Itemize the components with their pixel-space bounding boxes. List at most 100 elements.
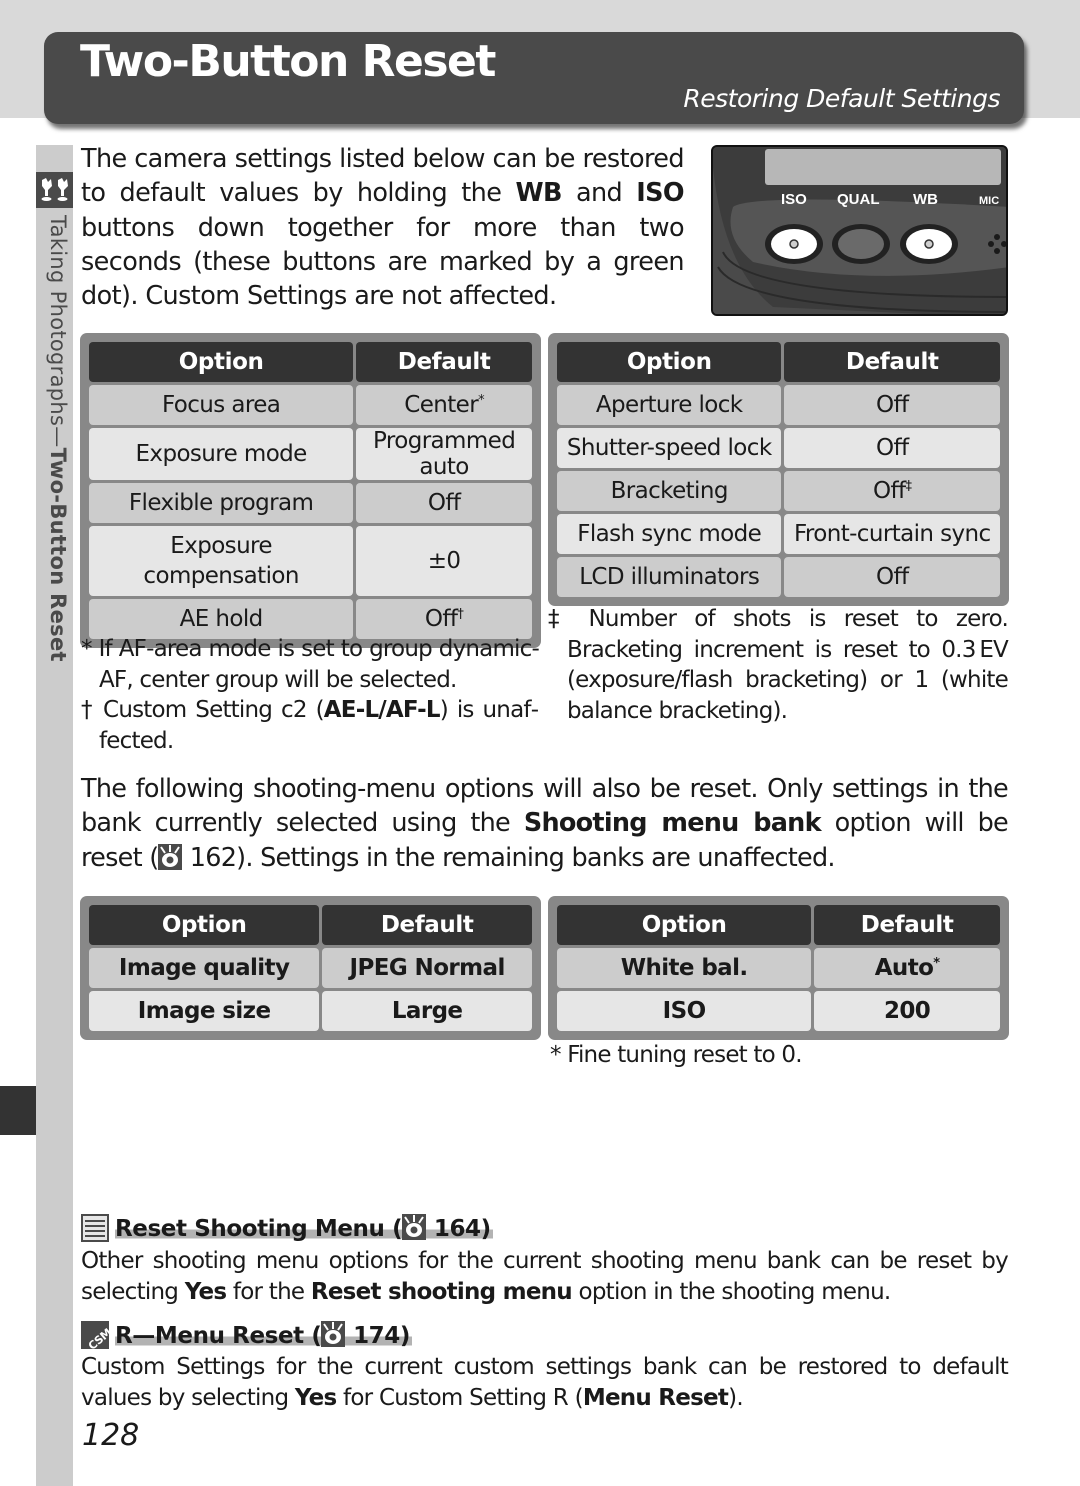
default-cell: Off — [784, 385, 1000, 425]
default-cell: Auto* — [814, 948, 1000, 988]
camera-buttons-illustration: ISO QUAL WB MIC — [711, 145, 1008, 316]
default-cell: Programmed auto — [356, 428, 532, 480]
menu-reset-heading: CSM R—Menu Reset ( 174) — [81, 1321, 413, 1353]
title-bar: Two-Button Reset Restoring Default Setti… — [44, 32, 1024, 124]
page-subtitle: Restoring Default Settings — [683, 84, 1000, 113]
page-thumb-marker — [0, 1086, 36, 1135]
option-cell: Aperture lock — [557, 385, 782, 425]
page-reference-link[interactable]: 174) — [353, 1323, 410, 1349]
page-reference-icon — [402, 1214, 427, 1240]
footnote-mark: † — [457, 607, 464, 622]
table-row: ISO 200 — [557, 991, 1000, 1031]
default-cell: Front-curtain sync — [784, 514, 1000, 554]
wb-button-ref: WB — [515, 178, 562, 209]
table-row: LCD illuminators Off — [557, 557, 1000, 597]
default-cell: Off — [356, 483, 532, 523]
default-cell: Off — [784, 557, 1000, 597]
default-cell: Off‡ — [784, 471, 1000, 511]
footnote-dagger: † Custom Setting c2 (AE-L/AF-L) is unaf­… — [81, 697, 540, 754]
column-header-default: Default — [814, 905, 1000, 945]
option-cell: Exposure compensation — [89, 526, 354, 596]
menu-defaults-table-right: Option Default White bal. Auto* ISO 200 — [548, 896, 1009, 1040]
page-reference-link[interactable]: 162 — [190, 843, 237, 873]
footnote-mark: * — [478, 393, 484, 408]
footnote-star: * If AF-area mode is set to group dynami… — [81, 636, 540, 693]
qual-label: QUAL — [837, 191, 880, 208]
footnote-mark: ‡ — [905, 479, 912, 494]
option-cell: White bal. — [557, 948, 812, 988]
option-cell: Image quality — [89, 948, 320, 988]
reset-shooting-menu-heading: Reset Shooting Menu ( 164) — [81, 1214, 493, 1242]
option-cell: Flash sync mode — [557, 514, 782, 554]
footnotes-right: ‡ Number of shots is reset to zero. Brac… — [548, 604, 1009, 726]
column-header-option: Option — [89, 905, 320, 945]
option-cell: LCD illuminators — [557, 557, 782, 597]
reset-shooting-menu-body: Other shooting menu options for the curr… — [81, 1248, 1009, 1305]
page-number: 128 — [82, 1418, 140, 1453]
custom-settings-icon: CSM — [81, 1321, 114, 1353]
table-row: Exposure mode Programmed auto — [89, 428, 532, 480]
column-header-default: Default — [322, 905, 532, 945]
option-cell: ISO — [557, 991, 812, 1031]
shooting-menu-icon — [81, 1214, 109, 1242]
default-cell: JPEG Normal — [322, 948, 532, 988]
default-cell: Center* — [356, 385, 532, 425]
table-row: Flexible program Off — [89, 483, 532, 523]
lcd-panel — [765, 149, 1001, 185]
shooting-menu-paragraph: The following shooting-menu options will… — [81, 774, 1009, 873]
table-row: Exposure compensation ±0 — [89, 526, 532, 596]
chapter-label: Taking Photographs—Two-Button Reset — [38, 215, 70, 695]
wb-label: WB — [913, 191, 938, 208]
camera-defaults-table-left: Option Default Focus area Center* Exposu… — [80, 333, 541, 648]
column-header-option: Option — [89, 342, 354, 382]
table-row: Image size Large — [89, 991, 532, 1031]
menu-defaults-table-left: Option Default Image quality JPEG Normal… — [80, 896, 541, 1040]
table-row: Aperture lock Off — [557, 385, 1000, 425]
iso-label: ISO — [781, 191, 807, 208]
footnote-fine-tuning: * Fine tuning reset to 0. — [550, 1042, 803, 1068]
default-cell: ±0 — [356, 526, 532, 596]
table-row: AE hold Off† — [89, 599, 532, 639]
qual-button — [832, 224, 890, 264]
heading-text: R—Menu Reset ( 174) — [115, 1321, 413, 1349]
table-row: Shutter-speed lock Off — [557, 428, 1000, 468]
column-header-option: Option — [557, 905, 812, 945]
option-cell: Flexible program — [89, 483, 354, 523]
table-row: Bracketing Off‡ — [557, 471, 1000, 511]
column-header-default: Default — [784, 342, 1000, 382]
column-header-default: Default — [356, 342, 532, 382]
default-cell: Off — [784, 428, 1000, 468]
table-row: Focus area Center* — [89, 385, 532, 425]
page-title: Two-Button Reset — [80, 36, 496, 87]
option-cell: Bracketing — [557, 471, 782, 511]
chapter-name: Taking Photographs— — [46, 215, 70, 448]
iso-button-ref: ISO — [636, 178, 685, 209]
option-cell: Shutter-speed lock — [557, 428, 782, 468]
option-cell: Focus area — [89, 385, 354, 425]
table-row: Flash sync mode Front-curtain sync — [557, 514, 1000, 554]
section-name: Two-Button Reset — [46, 447, 70, 662]
table-row: Image quality JPEG Normal — [89, 948, 532, 988]
page-reference-link[interactable]: 164) — [434, 1216, 491, 1242]
mic-label: MIC — [979, 195, 999, 207]
page-reference-icon — [158, 843, 183, 870]
default-cell: Off† — [356, 599, 532, 639]
wb-button — [900, 224, 958, 264]
column-header-option: Option — [557, 342, 782, 382]
option-cell: AE hold — [89, 599, 354, 639]
iso-button — [765, 224, 823, 264]
footnote-mark: * — [933, 956, 940, 971]
taking-photographs-icon — [36, 172, 73, 208]
intro-paragraph: The camera settings listed below can be … — [81, 144, 685, 312]
camera-defaults-table-right: Option Default Aperture lock Off Shutter… — [548, 333, 1009, 606]
default-cell: Large — [322, 991, 532, 1031]
option-cell: Exposure mode — [89, 428, 354, 480]
option-cell: Image size — [89, 991, 320, 1031]
default-cell: 200 — [814, 991, 1000, 1031]
page-reference-icon — [321, 1321, 346, 1347]
menu-reset-body: Custom Settings for the current custom s… — [81, 1354, 1009, 1411]
heading-text: Reset Shooting Menu ( 164) — [115, 1214, 493, 1242]
footnote-double-dagger: ‡ Number of shots is reset to zero. Brac… — [548, 606, 1009, 724]
table-row: White bal. Auto* — [557, 948, 1000, 988]
footnotes-left: * If AF-area mode is set to group dynami… — [81, 634, 540, 756]
